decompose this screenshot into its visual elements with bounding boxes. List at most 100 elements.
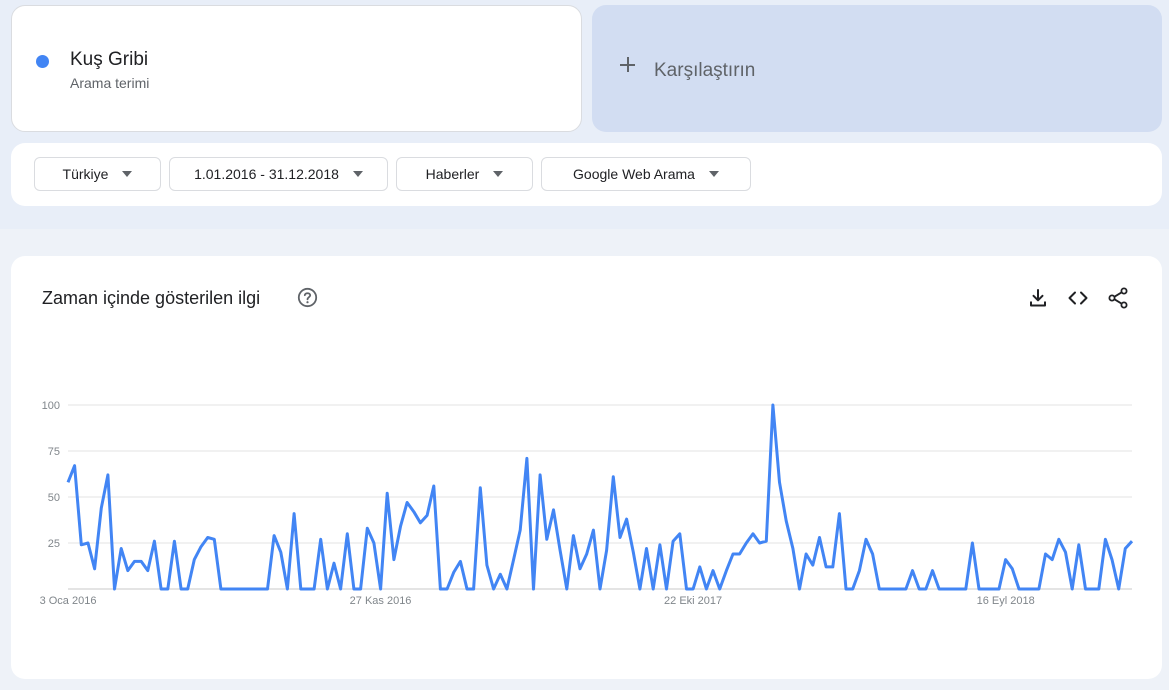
search-term-card[interactable]: Kuş Gribi Arama terimi — [11, 5, 582, 132]
data-point[interactable] — [551, 507, 557, 513]
data-point[interactable] — [856, 568, 862, 574]
data-point[interactable] — [477, 485, 483, 491]
data-point[interactable] — [617, 535, 623, 541]
data-point[interactable] — [936, 586, 942, 592]
data-point[interactable] — [956, 586, 962, 592]
data-point[interactable] — [205, 535, 211, 541]
search-term-title[interactable]: Kuş Gribi — [70, 49, 148, 71]
category-filter[interactable]: Haberler — [396, 157, 533, 191]
data-point[interactable] — [358, 586, 364, 592]
data-point[interactable] — [251, 586, 257, 592]
data-point[interactable] — [198, 544, 204, 550]
data-point[interactable] — [803, 551, 809, 557]
data-point[interactable] — [896, 586, 902, 592]
data-point[interactable] — [590, 527, 596, 533]
data-point[interactable] — [218, 586, 224, 592]
data-point[interactable] — [98, 505, 104, 511]
data-point[interactable] — [790, 546, 796, 552]
data-point[interactable] — [105, 472, 111, 478]
data-point[interactable] — [531, 586, 537, 592]
data-point[interactable] — [1089, 586, 1095, 592]
data-point[interactable] — [238, 586, 244, 592]
data-point[interactable] — [890, 586, 896, 592]
data-point[interactable] — [1036, 586, 1042, 592]
data-point[interactable] — [265, 586, 271, 592]
data-point[interactable] — [284, 586, 290, 592]
data-point[interactable] — [1063, 549, 1069, 555]
data-point[interactable] — [817, 535, 823, 541]
data-point[interactable] — [637, 586, 643, 592]
data-point[interactable] — [271, 533, 277, 539]
data-point[interactable] — [517, 527, 523, 533]
data-point[interactable] — [1109, 557, 1115, 563]
data-point[interactable] — [950, 586, 956, 592]
search-type-filter[interactable]: Google Web Arama — [541, 157, 751, 191]
data-point[interactable] — [72, 463, 78, 469]
data-point[interactable] — [298, 586, 304, 592]
data-point[interactable] — [969, 540, 975, 546]
data-point[interactable] — [544, 536, 550, 542]
data-point[interactable] — [557, 547, 563, 553]
data-point[interactable] — [577, 566, 583, 572]
data-point[interactable] — [225, 586, 231, 592]
data-point[interactable] — [132, 558, 138, 564]
data-point[interactable] — [717, 586, 723, 592]
data-point[interactable] — [810, 562, 816, 568]
region-filter[interactable]: Türkiye — [34, 157, 161, 191]
data-point[interactable] — [1076, 542, 1082, 548]
data-point[interactable] — [1023, 586, 1029, 592]
data-point[interactable] — [976, 586, 982, 592]
data-point[interactable] — [930, 568, 936, 574]
data-point[interactable] — [145, 568, 151, 574]
data-point[interactable] — [737, 551, 743, 557]
data-point[interactable] — [1056, 536, 1062, 542]
data-point[interactable] — [431, 483, 437, 489]
data-point[interactable] — [750, 531, 756, 537]
data-point[interactable] — [863, 536, 869, 542]
data-point[interactable] — [697, 564, 703, 570]
data-point[interactable] — [670, 538, 676, 544]
data-point[interactable] — [690, 586, 696, 592]
data-point[interactable] — [1029, 586, 1035, 592]
data-point[interactable] — [278, 549, 284, 555]
data-point[interactable] — [338, 586, 344, 592]
data-point[interactable] — [757, 540, 763, 546]
data-point[interactable] — [883, 586, 889, 592]
data-point[interactable] — [471, 586, 477, 592]
data-point[interactable] — [1009, 566, 1015, 572]
data-point[interactable] — [497, 571, 503, 577]
data-point[interactable] — [78, 542, 84, 548]
data-point[interactable] — [85, 540, 91, 546]
data-point[interactable] — [351, 586, 357, 592]
data-point[interactable] — [923, 586, 929, 592]
data-point[interactable] — [1069, 586, 1075, 592]
data-point[interactable] — [191, 557, 197, 563]
compare-button[interactable]: Karşılaştırın — [592, 5, 1162, 132]
data-point[interactable] — [989, 586, 995, 592]
data-point[interactable] — [258, 586, 264, 592]
data-point[interactable] — [783, 518, 789, 524]
data-point[interactable] — [963, 586, 969, 592]
data-point[interactable] — [943, 586, 949, 592]
data-point[interactable] — [903, 586, 909, 592]
data-point[interactable] — [604, 547, 610, 553]
data-point[interactable] — [597, 586, 603, 592]
data-point[interactable] — [464, 586, 470, 592]
data-point[interactable] — [1122, 546, 1128, 552]
data-point[interactable] — [398, 523, 404, 529]
data-point[interactable] — [664, 586, 670, 592]
data-point[interactable] — [1129, 538, 1135, 544]
data-point[interactable] — [185, 586, 191, 592]
data-point[interactable] — [444, 586, 450, 592]
data-point[interactable] — [743, 540, 749, 546]
data-point[interactable] — [870, 551, 876, 557]
data-point[interactable] — [1083, 586, 1089, 592]
data-point[interactable] — [564, 586, 570, 592]
data-point[interactable] — [710, 568, 716, 574]
data-point[interactable] — [371, 540, 377, 546]
data-point[interactable] — [624, 516, 630, 522]
data-point[interactable] — [1102, 536, 1108, 542]
data-point[interactable] — [1096, 586, 1102, 592]
data-point[interactable] — [112, 586, 118, 592]
data-point[interactable] — [451, 569, 457, 575]
